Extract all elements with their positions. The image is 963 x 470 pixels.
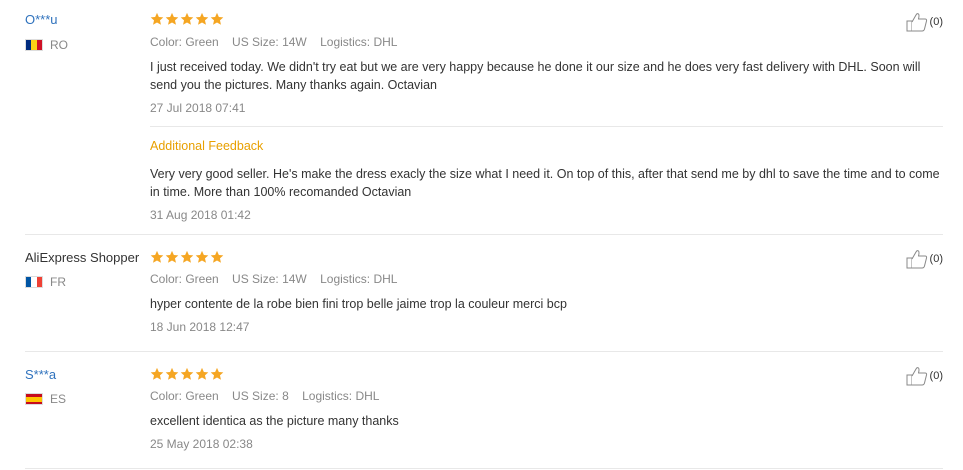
star-icon — [150, 12, 164, 25]
order-size: US Size: 8 — [232, 389, 289, 403]
star-icon — [150, 250, 164, 263]
flag-ro-icon — [25, 39, 43, 51]
like-button[interactable]: (0) — [906, 249, 943, 269]
thumbs-up-icon — [906, 13, 927, 32]
divider — [25, 234, 943, 235]
reviewer-name[interactable]: S***a — [25, 367, 56, 382]
like-count: (0) — [929, 253, 943, 265]
review-date: 27 Jul 2018 07:41 — [150, 101, 246, 115]
star-icon — [210, 250, 224, 263]
reviewer-name[interactable]: O***u — [25, 12, 58, 27]
divider — [25, 351, 943, 352]
like-count: (0) — [929, 370, 943, 382]
order-color: Color: Green — [150, 35, 219, 49]
order-logistics: Logistics: DHL — [320, 35, 398, 49]
review-item: AliExpress Shopper FR Color: Green US Si… — [25, 237, 943, 347]
divider — [25, 468, 943, 469]
star-icon — [210, 12, 224, 25]
divider — [150, 126, 943, 127]
star-icon — [210, 367, 224, 380]
order-info: Color: Green US Size: 14W Logistics: DHL — [150, 35, 407, 49]
country-code: ES — [50, 392, 67, 406]
review-content: Color: Green US Size: 8 Logistics: DHL e… — [150, 354, 943, 464]
review-text: hyper contente de la robe bien fini trop… — [150, 297, 567, 311]
review-text: I just received today. We didn't try eat… — [150, 60, 921, 92]
order-logistics: Logistics: DHL — [302, 389, 380, 403]
star-icon — [180, 250, 194, 263]
additional-feedback-label: Additional Feedback — [150, 139, 264, 153]
order-size: US Size: 14W — [232, 272, 307, 286]
reviewer-name: AliExpress Shopper — [25, 250, 140, 265]
star-icon — [165, 12, 179, 25]
order-logistics: Logistics: DHL — [320, 272, 398, 286]
review-content: Color: Green US Size: 14W Logistics: DHL… — [150, 0, 943, 230]
reviewer-country: RO — [25, 38, 68, 52]
order-color: Color: Green — [150, 389, 219, 403]
additional-feedback-text: Very very good seller. He's make the dre… — [150, 167, 940, 199]
star-icon — [180, 12, 194, 25]
star-icon — [195, 250, 209, 263]
thumbs-up-icon — [906, 250, 927, 269]
reviewer-country: FR — [25, 275, 66, 289]
star-icon — [150, 367, 164, 380]
like-button[interactable]: (0) — [906, 12, 943, 32]
rating-stars — [150, 367, 224, 381]
order-size: US Size: 14W — [232, 35, 307, 49]
review-item: O***u RO Color: Green US Size: 14W Logis… — [25, 0, 943, 230]
review-date: 18 Jun 2018 12:47 — [150, 320, 250, 334]
rating-stars — [150, 250, 224, 264]
review-text: excellent identica as the picture many t… — [150, 414, 399, 428]
reviewer-country: ES — [25, 392, 66, 406]
star-icon — [195, 12, 209, 25]
star-icon — [165, 250, 179, 263]
star-icon — [195, 367, 209, 380]
country-code: FR — [50, 275, 66, 289]
review-date: 25 May 2018 02:38 — [150, 437, 253, 451]
order-info: Color: Green US Size: 14W Logistics: DHL — [150, 272, 407, 286]
rating-stars — [150, 12, 224, 26]
flag-fr-icon — [25, 276, 43, 288]
additional-feedback-date: 31 Aug 2018 01:42 — [150, 208, 251, 222]
like-count: (0) — [929, 16, 943, 28]
country-code: RO — [50, 38, 68, 52]
review-content: Color: Green US Size: 14W Logistics: DHL… — [150, 237, 943, 347]
order-info: Color: Green US Size: 8 Logistics: DHL — [150, 389, 389, 403]
star-icon — [165, 367, 179, 380]
star-icon — [180, 367, 194, 380]
flag-es-icon — [25, 393, 43, 405]
thumbs-up-icon — [906, 367, 927, 386]
order-color: Color: Green — [150, 272, 219, 286]
review-item: S***a ES Color: Green US Size: 8 Logisti… — [25, 354, 943, 464]
like-button[interactable]: (0) — [906, 366, 943, 386]
